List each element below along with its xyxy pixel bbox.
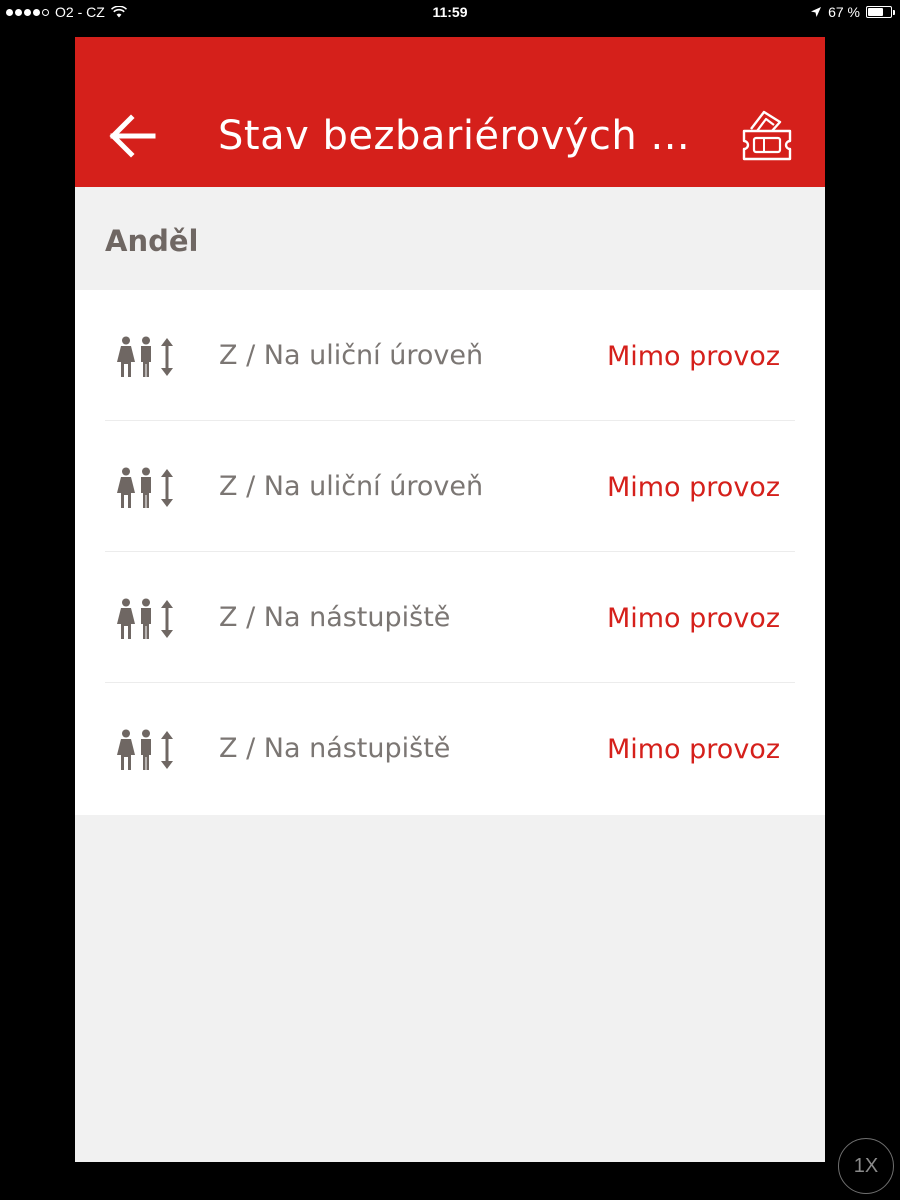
elevator-icon	[117, 598, 173, 639]
list-item-label: Z / Na nástupiště	[219, 733, 451, 764]
station-header: Anděl	[75, 187, 825, 290]
app-screen: Stav bezbariérových ... Anděl Z / Na uli…	[75, 37, 825, 1162]
station-name: Anděl	[105, 224, 199, 258]
list-item-label: Z / Na nástupiště	[219, 602, 451, 633]
facility-list: Z / Na uliční úroveň Mimo provoz Z / Na …	[75, 290, 825, 815]
location-arrow-icon	[811, 7, 822, 17]
zoom-toggle-button[interactable]: 1X	[838, 1138, 894, 1194]
battery-fill	[868, 8, 883, 16]
elevator-icon	[117, 467, 173, 508]
status-right: 67 %	[810, 4, 895, 20]
status-badge: Mimo provoz	[606, 734, 780, 765]
status-badge: Mimo provoz	[606, 603, 780, 634]
status-bar: O2 - CZ 11:59 67 %	[0, 0, 900, 26]
tickets-icon	[742, 110, 792, 161]
list-item[interactable]: Z / Na uliční úroveň Mimo provoz	[105, 290, 795, 421]
battery-icon	[866, 6, 895, 18]
list-item[interactable]: Z / Na uliční úroveň Mimo provoz	[105, 421, 795, 552]
list-item-label: Z / Na uliční úroveň	[219, 471, 484, 502]
back-button[interactable]	[105, 109, 159, 163]
elevator-icon	[117, 729, 173, 770]
battery-percent: 67 %	[828, 4, 860, 20]
arrow-left-icon	[109, 114, 156, 158]
status-badge: Mimo provoz	[606, 341, 780, 372]
status-time: 11:59	[432, 4, 468, 20]
page-title: Stav bezbariérových ...	[218, 113, 691, 159]
app-header: Stav bezbariérových ...	[75, 37, 825, 187]
list-item-label: Z / Na uliční úroveň	[219, 340, 484, 371]
list-item[interactable]: Z / Na nástupiště Mimo provoz	[105, 683, 795, 814]
list-item[interactable]: Z / Na nástupiště Mimo provoz	[105, 552, 795, 683]
elevator-icon	[117, 336, 173, 377]
tickets-button[interactable]	[737, 107, 797, 167]
status-badge: Mimo provoz	[606, 472, 780, 503]
